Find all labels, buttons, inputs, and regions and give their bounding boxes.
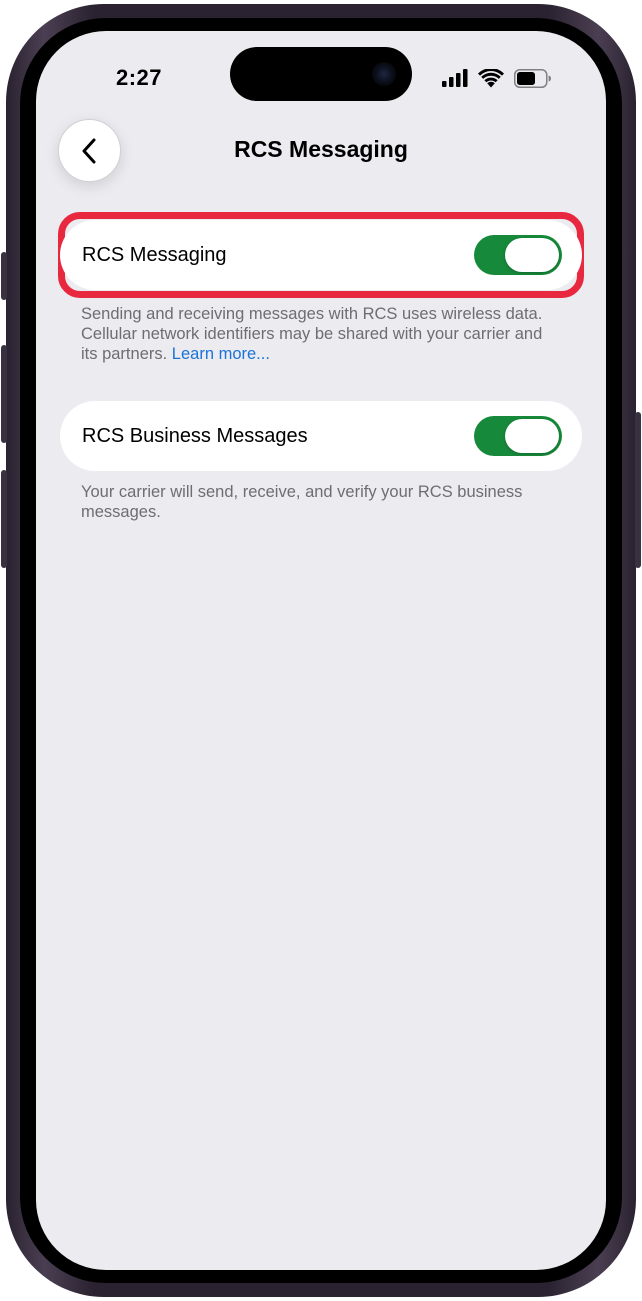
rcs-messaging-label: RCS Messaging <box>82 244 227 266</box>
status-icons <box>442 68 552 88</box>
battery-icon <box>514 68 551 88</box>
rcs-messaging-row: RCS Messaging <box>60 220 582 290</box>
action-button <box>1 252 7 300</box>
dynamic-island <box>230 47 412 101</box>
power-button <box>635 412 641 568</box>
rcs-business-messages-toggle[interactable] <box>474 416 562 456</box>
rcs-messaging-toggle[interactable] <box>474 235 562 275</box>
rcs-business-messages-label: RCS Business Messages <box>82 425 308 447</box>
toggle-knob <box>505 419 559 453</box>
rcs-business-messages-row: RCS Business Messages <box>60 401 582 471</box>
toggle-knob <box>505 238 559 272</box>
rcs-business-messages-footnote: Your carrier will send, receive, and ver… <box>81 483 523 521</box>
front-camera-icon <box>372 62 396 86</box>
screen: 2:27 RCS Messaging RCS Messaging Sending… <box>36 31 606 1270</box>
volume-down-button <box>1 470 7 568</box>
rcs-messaging-footnote: Sending and receiving messages with RCS … <box>81 304 551 364</box>
rcs-messaging-footnote-text: Sending and receiving messages with RCS … <box>81 305 543 363</box>
learn-more-link[interactable]: Learn more... <box>172 345 270 363</box>
page-title: RCS Messaging <box>234 136 408 162</box>
volume-up-button <box>1 345 7 443</box>
status-time: 2:27 <box>116 65 163 90</box>
wifi-icon <box>478 68 504 87</box>
cellular-signal-icon <box>442 69 468 87</box>
